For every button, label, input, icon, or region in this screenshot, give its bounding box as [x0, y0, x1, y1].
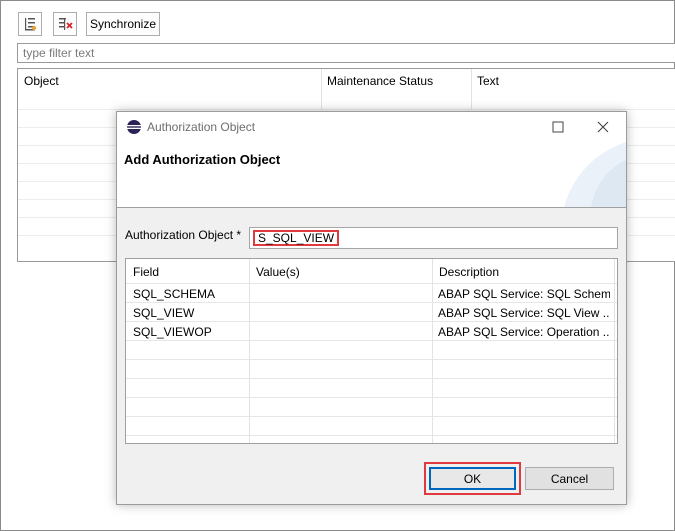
authorization-object-dialog: Authorization Object Add Authorization O…	[116, 111, 627, 505]
maximize-icon	[552, 121, 564, 133]
row-line	[126, 397, 617, 398]
table-row-field[interactable]: SQL_SCHEMA	[133, 287, 245, 301]
row-line	[126, 302, 617, 303]
add-tree-icon	[25, 18, 37, 31]
authorization-object-label: Authorization Object *	[125, 228, 242, 242]
synchronize-button[interactable]: Synchronize	[86, 12, 160, 36]
banner-title: Add Authorization Object	[124, 152, 281, 167]
column-header-field[interactable]: Field	[126, 259, 166, 283]
column-header-object[interactable]: Object	[18, 69, 65, 109]
row-line	[18, 109, 675, 110]
table-row-field[interactable]: SQL_VIEW	[133, 306, 245, 320]
row-line	[126, 359, 617, 360]
column-header-values[interactable]: Value(s)	[249, 259, 307, 283]
close-icon	[597, 121, 609, 133]
row-line	[126, 321, 617, 322]
row-line	[126, 378, 617, 379]
ok-button-highlight: OK	[424, 462, 521, 495]
add-entry-button[interactable]	[18, 12, 42, 36]
dialog-banner: Add Authorization Object	[117, 142, 626, 208]
ok-button[interactable]: OK	[429, 467, 516, 490]
table-row-description: ABAP SQL Service: SQL View ...	[438, 306, 610, 320]
fields-table: Field Value(s) Description SQL_SCHEMA AB…	[125, 258, 618, 444]
row-line	[126, 283, 617, 284]
eclipse-app-icon	[127, 120, 141, 134]
authorization-object-input[interactable]: S_SQL_VIEW	[249, 227, 618, 249]
close-button[interactable]	[594, 118, 612, 136]
remove-tree-icon	[59, 18, 73, 30]
column-header-maintenance-status[interactable]: Maintenance Status	[321, 69, 439, 109]
authorization-object-value: S_SQL_VIEW	[253, 230, 340, 246]
column-header-text[interactable]: Text	[471, 69, 505, 109]
cancel-button[interactable]: Cancel	[525, 467, 614, 490]
maximize-button[interactable]	[549, 118, 567, 136]
filter-input[interactable]: type filter text	[17, 43, 675, 63]
remove-entry-button[interactable]	[53, 12, 77, 36]
banner-decoration-icon	[564, 142, 626, 207]
dialog-titlebar[interactable]: Authorization Object	[117, 112, 626, 142]
table-row-description: ABAP SQL Service: SQL Schem...	[438, 287, 610, 301]
table-row-field[interactable]: SQL_VIEWOP	[133, 325, 245, 339]
row-line	[126, 435, 617, 436]
table-row-description: ABAP SQL Service: Operation ...	[438, 325, 610, 339]
row-line	[126, 416, 617, 417]
window-title: Authorization Object	[147, 120, 256, 134]
row-line	[126, 340, 617, 341]
column-header-description[interactable]: Description	[432, 259, 506, 283]
